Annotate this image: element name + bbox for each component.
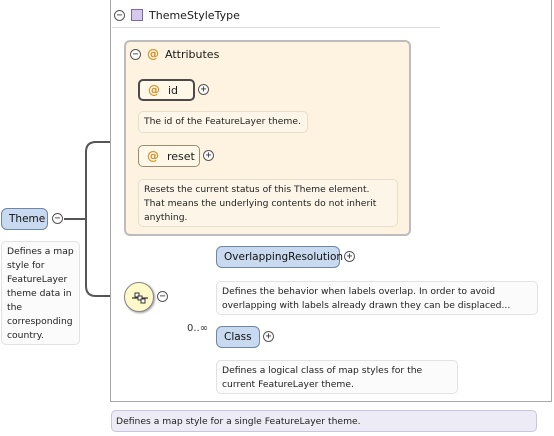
attribute-reset-expand-toggle[interactable]: +: [203, 150, 214, 161]
element-class-description: Defines a logical class of map styles fo…: [216, 360, 458, 394]
occurrence-label: 0..∞: [187, 323, 209, 334]
type-title: ThemeStyleType: [149, 8, 240, 22]
element-overlapping-resolution-description: Defines the behavior when labels overlap…: [216, 281, 538, 315]
element-name: Theme: [9, 213, 46, 225]
sequence-collapse-toggle[interactable]: −: [157, 291, 168, 302]
attribute-icon: @: [148, 83, 160, 97]
element-theme[interactable]: Theme: [1, 208, 48, 230]
attribute-name: reset: [167, 149, 195, 163]
type-icon: [131, 9, 143, 21]
attribute-reset-description: Resets the current status of this Theme …: [138, 179, 398, 227]
type-description: Defines a map style for a single Feature…: [111, 410, 537, 432]
type-header: − ThemeStyleType: [114, 4, 434, 26]
element-name: Class: [224, 331, 252, 343]
element-name: OverlappingResolution: [224, 251, 344, 263]
element-overlapping-resolution[interactable]: OverlappingResolution: [216, 246, 344, 268]
type-collapse-toggle[interactable]: −: [114, 9, 125, 21]
type-header-divider: [112, 27, 440, 28]
attribute-id-description: The id of the FeatureLayer theme.: [138, 111, 308, 133]
attribute-icon: @: [147, 47, 159, 61]
element-class[interactable]: Class: [216, 326, 260, 348]
attribute-reset[interactable]: @ reset: [138, 145, 200, 167]
attributes-label: Attributes: [165, 47, 220, 61]
attributes-collapse-toggle[interactable]: −: [130, 48, 141, 60]
attribute-id-expand-toggle[interactable]: +: [198, 84, 209, 95]
attribute-name: id: [168, 83, 179, 97]
attribute-id[interactable]: @ id: [138, 79, 195, 101]
element-class-expand-toggle[interactable]: +: [263, 331, 274, 342]
element-theme-collapse-toggle[interactable]: −: [52, 213, 63, 224]
element-overlapping-resolution-expand-toggle[interactable]: +: [344, 251, 355, 262]
sequence-icon: [132, 292, 148, 304]
attributes-header: − @ Attributes: [130, 46, 219, 62]
sequence-compositor[interactable]: [124, 282, 154, 312]
attribute-icon: @: [147, 149, 159, 163]
element-theme-description: Defines a map style for FeatureLayer the…: [1, 241, 80, 345]
